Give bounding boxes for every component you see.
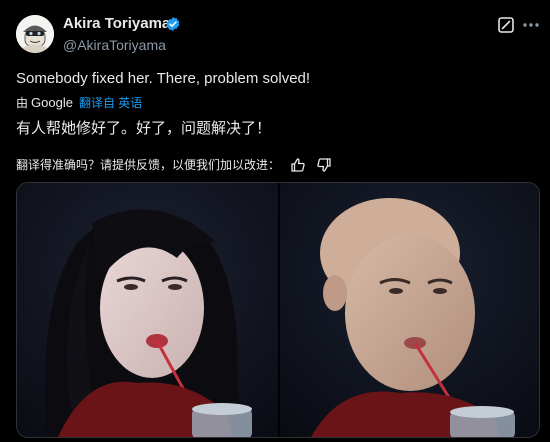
google-logo: Google	[31, 95, 73, 110]
translated-by-label: 由	[16, 96, 29, 110]
translation-feedback: 翻译得准确吗？请提供反馈，以便我们加以改进：	[16, 156, 332, 173]
translation-attribution: 由 Google 翻译自 英语	[16, 94, 142, 111]
photo-edited[interactable]	[280, 183, 540, 438]
author-handle[interactable]: @AkiraToriyama	[63, 37, 166, 53]
feedback-prompt: 翻译得准确吗？请提供反馈，以便我们加以改进：	[16, 158, 281, 172]
thumbs-down-icon[interactable]	[316, 157, 332, 173]
translated-text: 有人帮她修好了。好了，问题解决了！	[16, 120, 272, 137]
tweet-post: Akira Toriyama @AkiraToriyama Somebody f…	[0, 0, 550, 442]
translated-from-link[interactable]: 翻译自 英语	[79, 94, 142, 111]
media-grid	[16, 182, 540, 438]
grok-icon[interactable]	[498, 17, 514, 33]
photo-original[interactable]	[17, 183, 278, 438]
tweet-text: Somebody fixed her. There, problem solve…	[16, 70, 311, 87]
author-avatar[interactable]	[16, 15, 54, 53]
more-options-icon[interactable]	[521, 17, 541, 33]
avatar-illustration	[16, 15, 54, 53]
thumbs-up-icon[interactable]	[290, 157, 306, 173]
author-name[interactable]: Akira Toriyama	[63, 15, 170, 32]
verified-badge-icon	[166, 17, 180, 31]
